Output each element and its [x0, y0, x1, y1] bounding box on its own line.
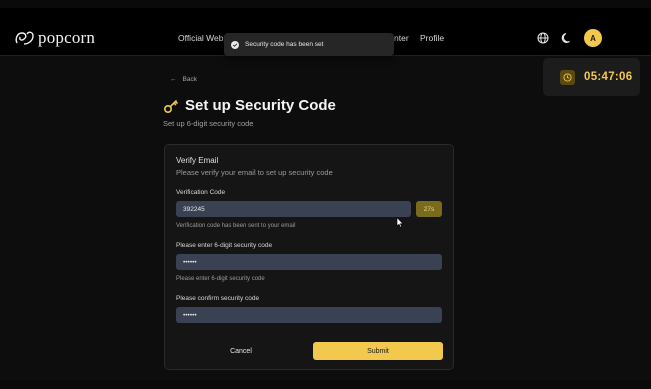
- mouse-cursor-icon: [396, 217, 404, 228]
- verification-helper-text: Verification code has been sent to your …: [176, 223, 296, 229]
- toast-message: Security code has been set: [245, 41, 324, 48]
- logo[interactable]: popcorn: [14, 28, 95, 48]
- session-timer: 05:47:06: [543, 58, 640, 96]
- security-helper-text: Please enter 6-digit security code: [176, 276, 265, 282]
- nav-profile[interactable]: Profile: [420, 33, 444, 43]
- page-subtitle: Set up 6-digit security code: [163, 119, 254, 128]
- popcorn-logo-icon: [15, 31, 34, 45]
- timer-icon-box: [560, 69, 575, 85]
- globe-icon[interactable]: [536, 31, 550, 45]
- submit-button[interactable]: Submit: [313, 342, 443, 360]
- arrow-left-icon: ←: [170, 76, 177, 83]
- clock-icon: [563, 72, 572, 82]
- back-label: Back: [182, 76, 197, 83]
- window-frame-bottom: [0, 380, 651, 389]
- moon-icon[interactable]: [560, 31, 574, 45]
- page-title-row: Set up Security Code: [163, 97, 336, 114]
- check-circle-icon: [231, 40, 239, 49]
- nav-center[interactable]: nter: [394, 33, 409, 43]
- resend-countdown-button[interactable]: 27s: [416, 201, 442, 217]
- section-title: Verify Email: [176, 156, 219, 165]
- security-code-form: Verify Email Please verify your email to…: [164, 144, 454, 370]
- nav-official-website[interactable]: Official Webs: [178, 33, 228, 43]
- page-title: Set up Security Code: [185, 97, 336, 114]
- security-code-input[interactable]: ••••••: [176, 254, 442, 270]
- verification-code-input[interactable]: 392245: [176, 201, 411, 217]
- timer-value: 05:47:06: [584, 71, 633, 83]
- window-frame-top: [0, 0, 651, 8]
- logo-text: popcorn: [38, 28, 96, 47]
- verification-code-label: Verification Code: [176, 189, 226, 196]
- confirm-code-input[interactable]: ••••••: [176, 307, 442, 323]
- success-toast: Security code has been set: [224, 33, 394, 56]
- security-code-label: Please enter 6-digit security code: [176, 242, 273, 249]
- cancel-button[interactable]: Cancel: [176, 342, 306, 360]
- confirm-code-label: Please confirm security code: [176, 295, 260, 302]
- section-description: Please verify your email to set up secur…: [176, 168, 333, 177]
- user-avatar[interactable]: A: [584, 29, 602, 47]
- back-link[interactable]: ← Back: [170, 76, 197, 83]
- key-icon: [163, 99, 178, 113]
